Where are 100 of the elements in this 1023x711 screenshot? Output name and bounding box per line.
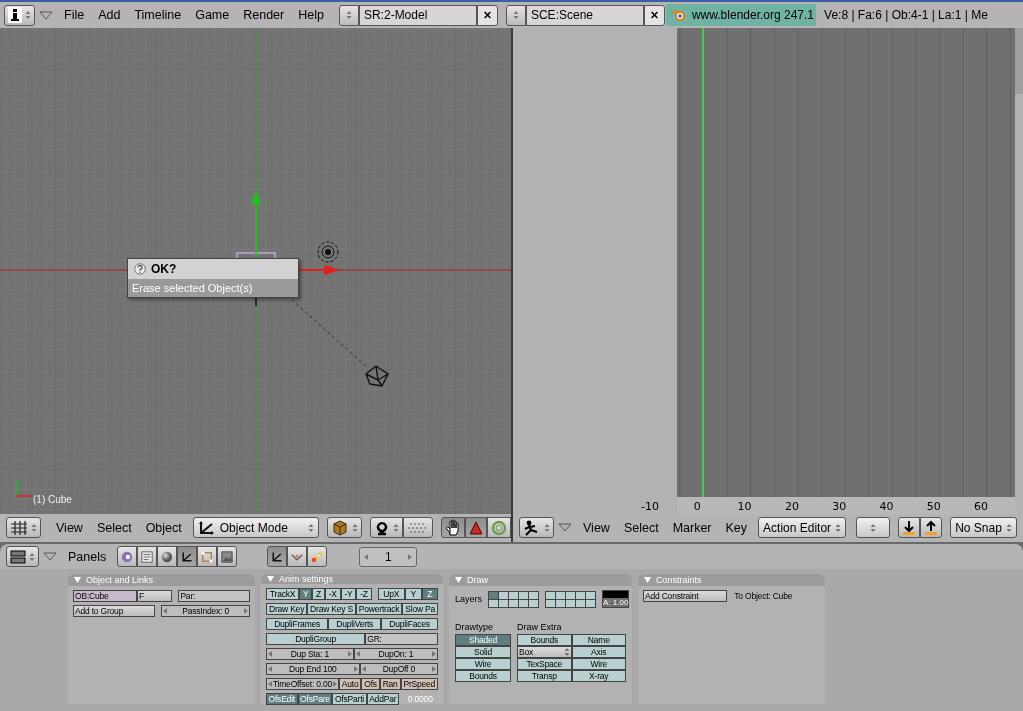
context-tab[interactable] xyxy=(287,546,308,567)
action-menu[interactable] xyxy=(856,517,891,538)
toggle-button[interactable]: Slow Pa xyxy=(402,603,438,615)
context-tab[interactable] xyxy=(197,546,218,567)
toggle-button[interactable]: DupliFrames xyxy=(266,618,329,630)
toggle-button[interactable]: Transp xyxy=(517,670,572,682)
toggle-button[interactable]: Wire xyxy=(455,658,511,670)
layer-toggle[interactable] xyxy=(529,599,538,607)
toggle-button[interactable]: DupliVerts xyxy=(328,618,382,630)
frame-number-field[interactable]: 1 xyxy=(359,546,418,567)
editor-type-menu[interactable] xyxy=(519,517,554,538)
menu-item[interactable]: Add xyxy=(91,8,128,22)
editor-mode-menu[interactable]: Action Editor xyxy=(758,517,847,538)
toggle-button[interactable]: Bounds xyxy=(517,634,572,646)
toggle-button[interactable]: X-ray xyxy=(571,670,626,682)
menu-item[interactable]: Help xyxy=(291,8,331,22)
panel-button[interactable]: Add to Group xyxy=(73,605,156,617)
snap-button[interactable] xyxy=(402,517,433,538)
toggle-button[interactable]: Y xyxy=(299,588,313,600)
layer-toggle[interactable] xyxy=(509,599,518,607)
menu-item[interactable]: File xyxy=(57,8,92,22)
toggle-button[interactable]: UpX xyxy=(377,588,405,600)
menu-item[interactable]: View xyxy=(576,520,617,535)
text-field[interactable]: GR: xyxy=(365,633,438,645)
delete-button[interactable] xyxy=(643,4,665,26)
layer-toggle[interactable] xyxy=(566,591,575,599)
toggle-button[interactable]: Z xyxy=(312,588,325,600)
menu-item[interactable]: Game xyxy=(188,8,237,22)
context-tab[interactable] xyxy=(267,546,288,567)
toggle-button[interactable]: OfsParti xyxy=(332,693,367,705)
screen-field[interactable]: SR:2-Model xyxy=(358,4,477,26)
toggle-button[interactable]: Axis xyxy=(571,646,626,658)
browse-button[interactable] xyxy=(505,4,526,26)
browse-button[interactable] xyxy=(338,4,359,26)
layer-toggle[interactable] xyxy=(489,591,498,599)
toggle-button[interactable]: -Z xyxy=(356,588,372,600)
panel-button[interactable]: Add Constraint xyxy=(643,590,728,602)
toggle-button[interactable]: Solid xyxy=(455,646,511,658)
number-field[interactable]: Dup End 100 xyxy=(266,663,360,675)
layer-toggle[interactable] xyxy=(509,591,518,599)
key-up-button[interactable] xyxy=(920,517,943,538)
layer-toggle[interactable] xyxy=(519,599,528,607)
context-tab[interactable] xyxy=(307,546,328,567)
layer-toggle[interactable] xyxy=(499,599,508,607)
layer-toggle[interactable] xyxy=(586,591,595,599)
toggle-button[interactable]: AddPar xyxy=(366,693,399,705)
panel-button[interactable]: F xyxy=(137,590,173,602)
menu-item[interactable]: Key xyxy=(718,520,755,535)
tool-button[interactable] xyxy=(486,517,511,538)
collapse-triangle-icon[interactable] xyxy=(558,523,572,532)
layer-toggle[interactable] xyxy=(576,591,585,599)
layer-toggle[interactable] xyxy=(586,599,595,607)
option-button[interactable]: Auto xyxy=(338,678,362,690)
menu-item[interactable]: Marker xyxy=(665,520,719,535)
menu-item[interactable]: Object xyxy=(138,520,189,535)
context-tab[interactable] xyxy=(117,546,138,567)
editor-type-menu[interactable] xyxy=(6,517,41,538)
toggle-button[interactable]: Powertrack xyxy=(355,603,403,615)
key-down-button[interactable] xyxy=(898,517,921,538)
color-swatch[interactable]: A: 1.00 xyxy=(602,590,630,608)
layer-toggle[interactable] xyxy=(566,599,575,607)
collapse-triangle-icon[interactable] xyxy=(39,10,53,20)
delete-button[interactable] xyxy=(476,4,498,26)
toggle-button[interactable]: DupliFaces xyxy=(381,618,438,630)
snap-menu[interactable]: No Snap xyxy=(950,517,1017,538)
editor-type-menu[interactable] xyxy=(6,546,39,567)
tool-button[interactable] xyxy=(440,517,465,538)
number-field[interactable]: DupOff 0 xyxy=(359,663,438,675)
layer-toggle[interactable] xyxy=(546,599,555,607)
mode-menu[interactable]: Object Mode xyxy=(192,517,319,538)
toggle-button[interactable]: TrackX xyxy=(266,588,300,600)
layer-toggle[interactable] xyxy=(529,591,538,599)
pivot-menu[interactable] xyxy=(369,517,403,538)
editor-type-menu[interactable] xyxy=(4,4,35,26)
toggle-button[interactable]: OfsPare xyxy=(297,693,333,705)
menu-item[interactable]: Timeline xyxy=(127,8,189,22)
collapse-triangle-icon[interactable] xyxy=(43,552,57,561)
context-tab[interactable] xyxy=(217,546,238,567)
text-field[interactable]: Par: xyxy=(178,590,250,602)
toggle-button[interactable]: DupliGroup xyxy=(266,633,366,645)
layer-toggle[interactable] xyxy=(576,599,585,607)
option-button[interactable]: Ofs xyxy=(361,678,380,690)
scrollbar[interactable] xyxy=(1015,28,1023,94)
toggle-button[interactable]: Draw Key S xyxy=(307,603,356,615)
toggle-button[interactable]: Name xyxy=(571,634,626,646)
layer-toggle[interactable] xyxy=(489,599,498,607)
toggle-button[interactable]: Wire xyxy=(571,658,626,670)
option-button[interactable]: Ran xyxy=(379,678,401,690)
layer-toggle[interactable] xyxy=(499,591,508,599)
scene-field[interactable]: SCE:Scene xyxy=(525,4,644,26)
object-name-field[interactable]: OB:Cube xyxy=(73,590,137,602)
context-tab[interactable] xyxy=(157,546,178,567)
option-button[interactable]: PrSpeed xyxy=(400,678,438,690)
layer-toggle[interactable] xyxy=(556,591,565,599)
toggle-button[interactable]: Bounds xyxy=(455,670,511,682)
menu-item[interactable]: Select xyxy=(616,520,666,535)
menu-item[interactable]: Render xyxy=(236,8,292,22)
menu-item[interactable]: Select xyxy=(89,520,139,535)
layer-toggle[interactable] xyxy=(519,591,528,599)
dropdown-menu[interactable]: Box xyxy=(517,646,572,658)
